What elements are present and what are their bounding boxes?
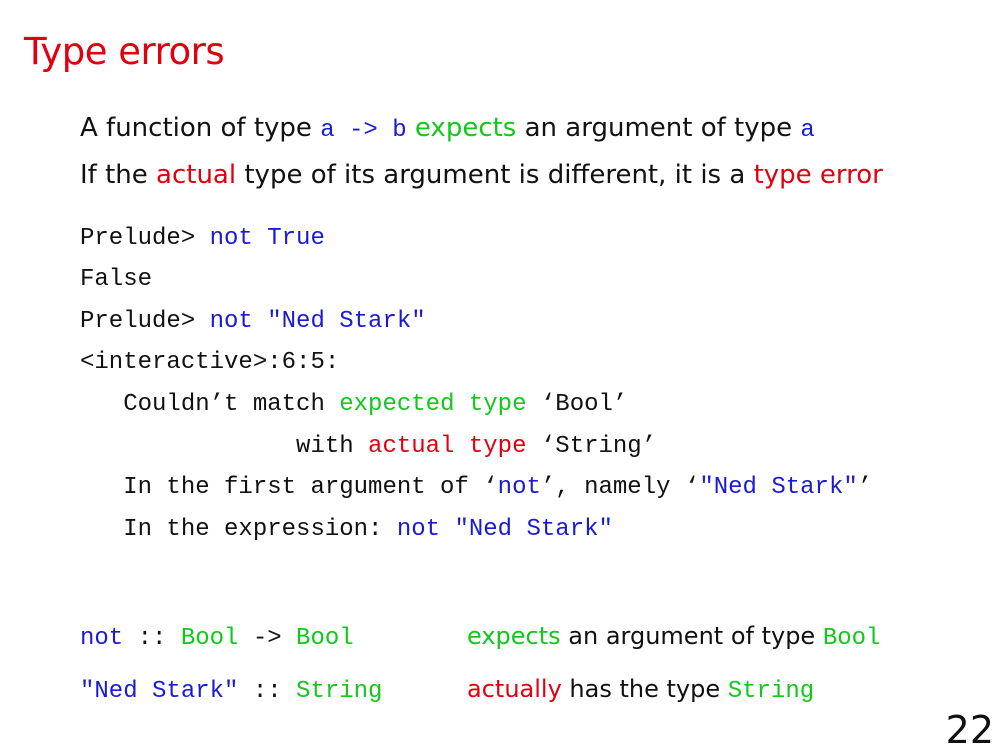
repl-input: not "Ned Stark" <box>209 308 426 335</box>
repl-prompt: Prelude> <box>80 308 210 335</box>
code-type-string: String <box>296 678 383 705</box>
highlight-expects: expects <box>467 622 561 650</box>
page-number: 22 <box>945 708 994 752</box>
highlight-type-error: type error <box>753 160 883 190</box>
highlight-actual-type: actual type <box>368 433 527 460</box>
repl-error-line-4: In the expression: not "Ned Stark" <box>80 516 613 544</box>
error-text: ‘Bool’ <box>526 391 628 418</box>
code-arrow: -> <box>238 625 297 652</box>
error-text: ’, namely ‘ <box>540 474 700 501</box>
code-fn-not: not <box>80 625 124 652</box>
error-text: Couldn’t match <box>80 391 340 418</box>
repl-output: False <box>80 266 153 293</box>
error-text: In the expression: <box>80 516 397 543</box>
repl-input: not True <box>209 225 325 252</box>
summary-desc-ned: actually has the type String <box>467 675 814 705</box>
repl-error-line-1: Couldn’t match expected type ‘Bool’ <box>80 391 627 419</box>
code-sep: :: <box>123 625 181 652</box>
code-type-bool: Bool <box>296 625 354 652</box>
repl-error-line-2: with actual type ‘String’ <box>80 433 656 461</box>
error-location-text: <interactive>:6:5: <box>80 349 340 376</box>
highlight-actually: actually <box>467 675 562 703</box>
slide-title: Type errors <box>24 30 225 73</box>
intro-text: type of its argument is different, it is… <box>236 160 754 190</box>
repl-line-3: Prelude> not "Ned Stark" <box>80 308 426 336</box>
highlight-actual: actual <box>156 160 237 190</box>
code-expression: not "Ned Stark" <box>396 516 613 543</box>
highlight-expects: expects <box>414 113 517 143</box>
code-value-ned-stark: "Ned Stark" <box>80 678 239 705</box>
highlight-expected-type: expected type <box>339 391 527 418</box>
repl-error-location: <interactive>:6:5: <box>80 349 339 377</box>
summary-desc-not: expects an argument of type Bool <box>467 622 880 652</box>
code-sep: :: <box>238 678 297 705</box>
intro-text: If the <box>80 160 157 190</box>
repl-error-line-3: In the first argument of ‘not’, namely ‘… <box>80 474 872 502</box>
code-type-bool: Bool <box>822 625 881 652</box>
repl-prompt: Prelude> <box>80 225 210 252</box>
intro-line-2: If the actual type of its argument is di… <box>80 160 883 190</box>
repl-line-1: Prelude> not True <box>80 225 325 253</box>
error-text: In the first argument of ‘ <box>80 474 498 501</box>
summary-signature-not: not :: Bool -> Bool <box>80 625 354 653</box>
code-not: not <box>497 474 541 501</box>
repl-line-2: False <box>80 266 152 294</box>
summary-text: an argument of type <box>560 622 823 650</box>
code-type-a: a <box>800 117 815 144</box>
error-text: ‘String’ <box>526 433 657 460</box>
error-text: ’ <box>857 474 873 501</box>
code-ned-stark: "Ned Stark" <box>699 474 858 501</box>
intro-text: an argument of type <box>516 113 801 143</box>
summary-text: has the type <box>561 675 728 703</box>
code-type-string: String <box>727 678 815 705</box>
code-type-bool: Bool <box>180 625 239 652</box>
intro-line-1: A function of type a -> b expects an arg… <box>80 113 815 146</box>
summary-signature-ned: "Ned Stark" :: String <box>80 678 382 706</box>
code-type-a-to-b: a -> b <box>320 117 407 144</box>
error-text: with <box>80 433 369 460</box>
intro-space <box>407 113 415 143</box>
intro-text: A function of type <box>80 113 321 143</box>
